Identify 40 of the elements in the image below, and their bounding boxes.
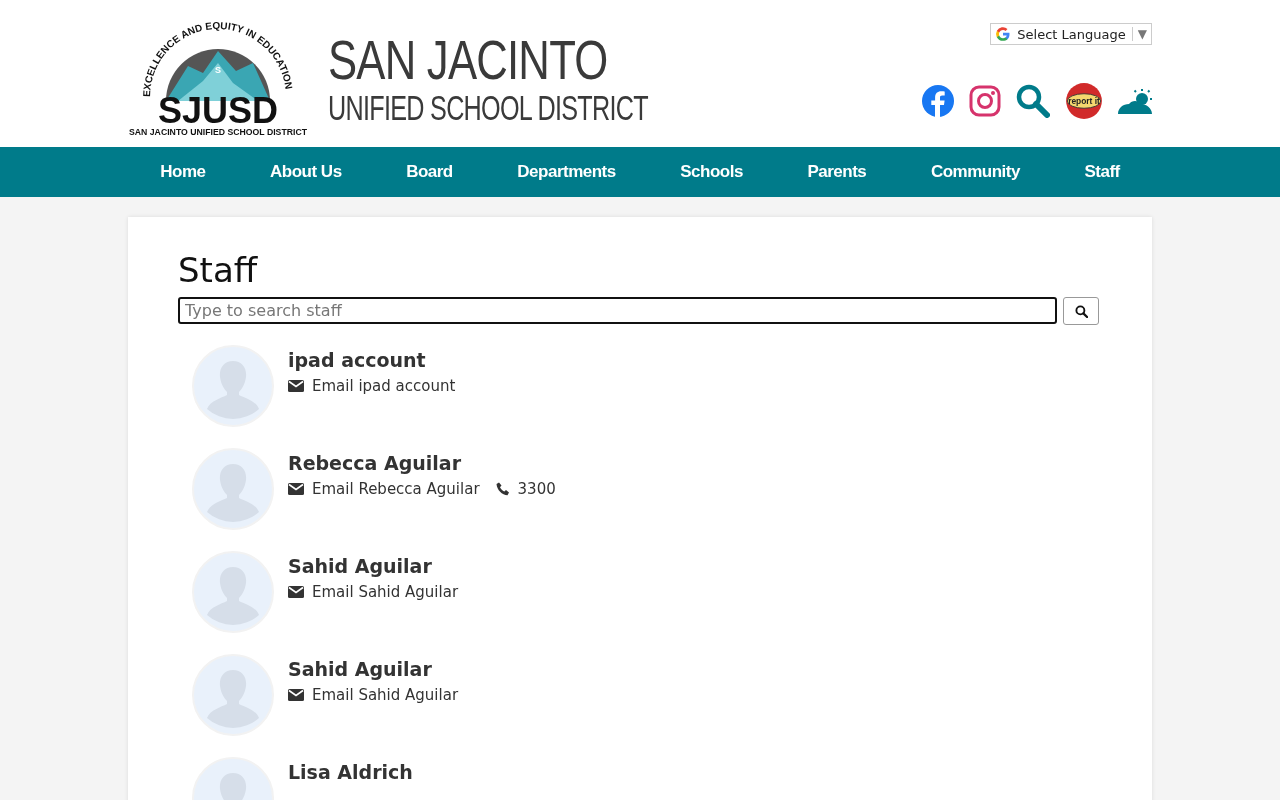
facebook-icon[interactable] bbox=[922, 85, 954, 117]
envelope-icon bbox=[288, 586, 304, 598]
search-field[interactable]: Type to search staff bbox=[178, 297, 1057, 324]
phone-link[interactable]: 3300 bbox=[495, 480, 556, 498]
nav-link[interactable]: Schools bbox=[680, 162, 743, 182]
instagram-icon[interactable] bbox=[969, 85, 1001, 117]
language-select[interactable]: Select Language ▼ bbox=[990, 23, 1152, 45]
search-icon[interactable] bbox=[1016, 84, 1050, 118]
site-subtitle: UNIFIED SCHOOL DISTRICT bbox=[328, 89, 648, 127]
weather-icon[interactable] bbox=[1118, 88, 1152, 114]
staff-name: Sahid Aguilar bbox=[288, 554, 433, 578]
report-it-icon[interactable]: report it bbox=[1065, 82, 1103, 120]
nav-link[interactable]: Community bbox=[930, 162, 1020, 182]
envelope-icon bbox=[288, 380, 304, 392]
staff-name: Sahid Aguilar bbox=[288, 657, 433, 681]
page-title: Staff bbox=[178, 249, 259, 292]
search-icon bbox=[1074, 304, 1088, 318]
site-title: SAN JACINTO bbox=[328, 31, 609, 89]
google-icon bbox=[995, 26, 1012, 42]
email-link[interactable]: Email Sahid Aguilar bbox=[288, 583, 459, 601]
staff-name: Lisa Aldrich bbox=[288, 760, 413, 784]
avatar-icon bbox=[192, 654, 274, 736]
email-link[interactable]: Email Sahid Aguilar bbox=[288, 686, 459, 704]
nav-link[interactable]: Departments bbox=[517, 162, 616, 182]
avatar-icon bbox=[192, 345, 274, 427]
email-link[interactable]: Email ipad account bbox=[288, 377, 456, 395]
nav-link[interactable]: Home bbox=[160, 162, 206, 182]
nav-link[interactable]: About Us bbox=[270, 162, 342, 182]
staff-name: Rebecca Aguilar bbox=[288, 451, 462, 475]
nav-link[interactable]: Board bbox=[406, 162, 453, 182]
avatar-icon bbox=[192, 448, 274, 530]
search-button[interactable] bbox=[1063, 297, 1099, 325]
nav-link[interactable]: Parents bbox=[807, 162, 867, 182]
staff-name: ipad account bbox=[288, 348, 427, 372]
phone-icon bbox=[495, 482, 510, 496]
avatar-icon bbox=[192, 551, 274, 633]
envelope-icon bbox=[288, 689, 304, 701]
envelope-icon bbox=[288, 483, 304, 495]
nav-link[interactable]: Staff bbox=[1084, 162, 1120, 182]
email-link[interactable]: Email Rebecca Aguilar bbox=[288, 480, 480, 498]
